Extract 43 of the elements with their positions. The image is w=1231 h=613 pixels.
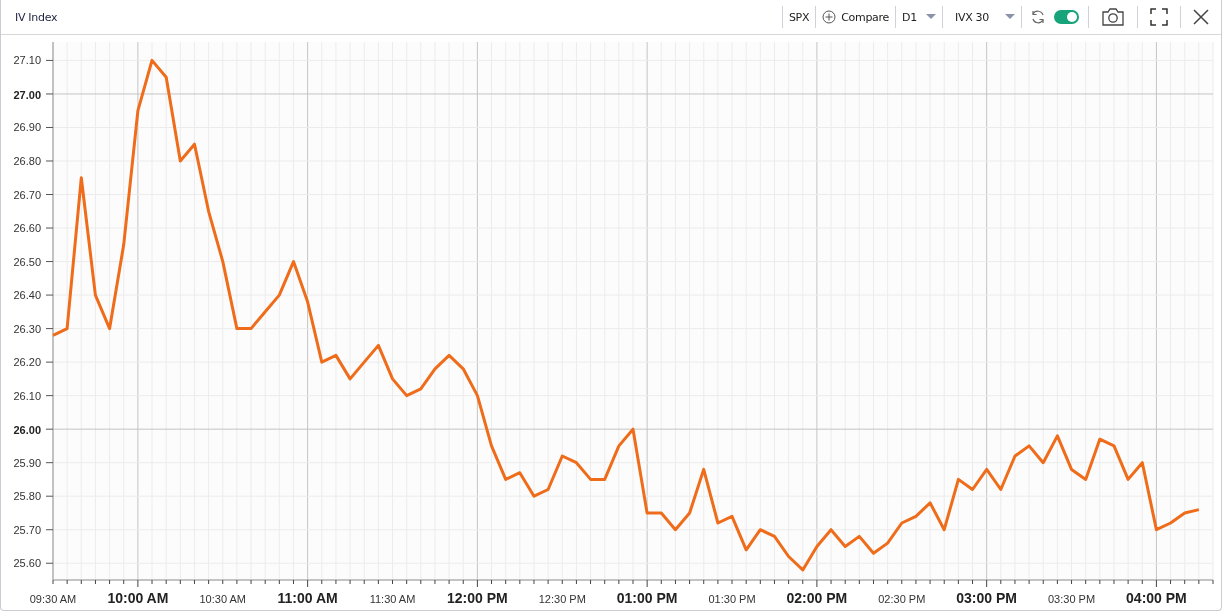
x-tick-label: 03:30 PM bbox=[1048, 593, 1096, 605]
x-tick-label: 10:00 AM bbox=[107, 590, 169, 606]
y-tick-label: 26.60 bbox=[13, 222, 41, 235]
x-tick-label: 01:00 PM bbox=[616, 590, 678, 606]
measure-dropdown[interactable]: IVX 30 bbox=[943, 2, 1021, 32]
y-tick-label: 25.60 bbox=[13, 557, 41, 570]
x-tick-label: 03:00 PM bbox=[956, 590, 1017, 606]
auto-refresh-toggle[interactable] bbox=[1054, 10, 1079, 24]
y-tick-label: 26.10 bbox=[13, 389, 41, 402]
plus-circle-icon bbox=[822, 10, 837, 24]
y-tick-label: 26.90 bbox=[13, 121, 41, 134]
caret-icon bbox=[1005, 14, 1015, 20]
refresh-icon[interactable] bbox=[1030, 9, 1046, 25]
close-icon[interactable] bbox=[1193, 9, 1209, 25]
y-tick-label: 26.70 bbox=[13, 188, 41, 201]
y-tick-label: 27.10 bbox=[13, 54, 41, 67]
x-tick-label: 02:00 PM bbox=[786, 590, 848, 606]
y-tick-label: 27.00 bbox=[13, 88, 41, 101]
interval-dropdown[interactable]: D1 bbox=[896, 2, 942, 32]
fullscreen-icon[interactable] bbox=[1150, 8, 1168, 26]
x-tick-label: 04:00 PM bbox=[1126, 590, 1187, 606]
y-tick-label: 25.90 bbox=[13, 456, 41, 469]
y-tick-label: 26.40 bbox=[13, 289, 41, 302]
y-tick-label: 26.00 bbox=[13, 424, 41, 437]
x-tick-label: 01:30 PM bbox=[708, 593, 756, 605]
x-tick-label: 11:30 AM bbox=[369, 593, 416, 605]
x-tick-label: 12:30 PM bbox=[538, 593, 586, 605]
y-tick-label: 26.20 bbox=[13, 356, 41, 369]
x-tick-label: 09:30 AM bbox=[29, 593, 77, 605]
window-title: IV Index bbox=[14, 10, 58, 24]
y-tick-label: 26.80 bbox=[13, 155, 41, 167]
x-tick-label: 10:30 AM bbox=[199, 593, 246, 605]
x-tick-label: 11:00 AM bbox=[277, 590, 338, 606]
camera-icon[interactable] bbox=[1101, 7, 1125, 27]
compare-button[interactable]: Compare bbox=[816, 2, 895, 32]
x-tick-label: 02:30 PM bbox=[878, 593, 926, 605]
y-tick-label: 26.30 bbox=[13, 322, 41, 335]
y-tick-label: 26.50 bbox=[13, 255, 41, 268]
y-tick-label: 25.80 bbox=[13, 490, 41, 503]
symbol-button[interactable]: SPX bbox=[782, 2, 816, 32]
y-tick-label: 25.70 bbox=[13, 523, 41, 536]
caret-icon bbox=[926, 14, 936, 20]
x-tick-label: 12:00 PM bbox=[447, 590, 508, 606]
